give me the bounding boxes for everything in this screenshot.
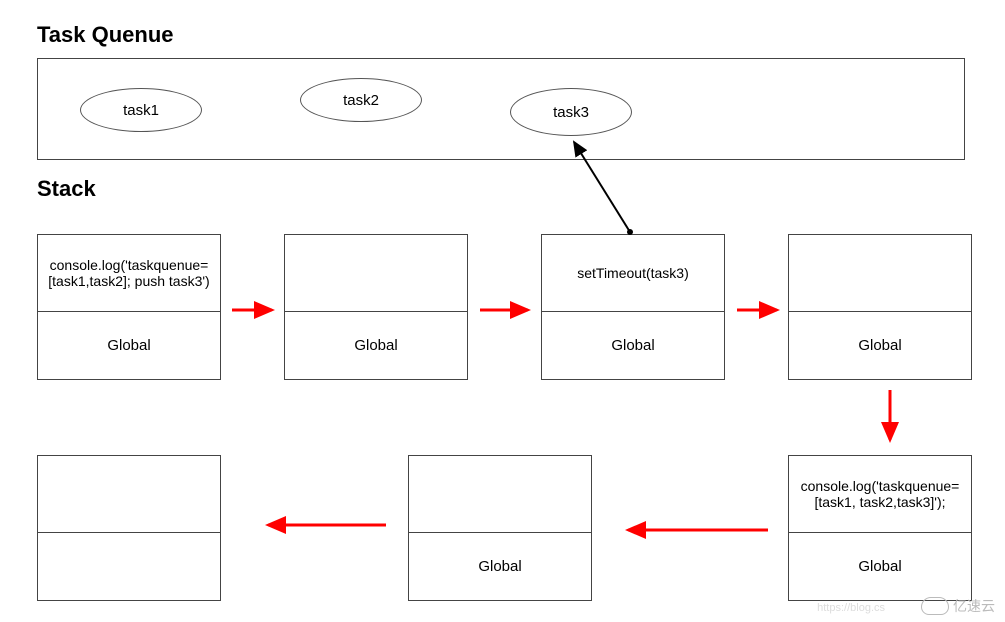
task2-ellipse: task2 <box>300 78 422 122</box>
stack-frame-top: setTimeout(task3) <box>542 235 724 312</box>
flow-arrow-2-3 <box>478 300 536 320</box>
flow-arrow-5-6 <box>620 520 770 540</box>
stack-snapshot-7 <box>37 455 221 601</box>
stack-snapshot-5: console.log('taskquenue=[task1, task2,ta… <box>788 455 972 601</box>
stack-frame-bottom: Global <box>409 533 591 601</box>
stack-snapshot-2: Global <box>284 234 468 380</box>
task-queue-heading: Task Quenue <box>37 22 174 48</box>
stack-frame-bottom: Global <box>38 312 220 380</box>
watermark-url: https://blog.cs <box>817 602 885 614</box>
stack-frame-top: console.log('taskquenue=[task1,task2]; p… <box>38 235 220 312</box>
task1-ellipse: task1 <box>80 88 202 132</box>
flow-arrow-1-2 <box>230 300 280 320</box>
stack-frame-top <box>789 235 971 312</box>
task-label: task3 <box>553 104 589 121</box>
cloud-icon <box>921 597 949 615</box>
stack-frame-top <box>285 235 467 312</box>
stack-frame-bottom: Global <box>285 312 467 380</box>
stack-frame-top: console.log('taskquenue=[task1, task2,ta… <box>789 456 971 533</box>
flow-arrow-6-7 <box>260 515 390 535</box>
stack-frame-bottom: Global <box>542 312 724 380</box>
stack-frame-top <box>409 456 591 533</box>
task-label: task2 <box>343 92 379 109</box>
watermark: 亿速云 <box>921 596 995 616</box>
stack-snapshot-4: Global <box>788 234 972 380</box>
flow-arrow-3-4 <box>735 300 785 320</box>
watermark-text: 亿速云 <box>953 596 995 616</box>
stack-snapshot-3: setTimeout(task3) Global <box>541 234 725 380</box>
flow-arrow-4-5 <box>880 388 900 450</box>
task-label: task1 <box>123 102 159 119</box>
stack-snapshot-6: Global <box>408 455 592 601</box>
stack-snapshot-1: console.log('taskquenue=[task1,task2]; p… <box>37 234 221 380</box>
stack-frame-bottom: Global <box>789 312 971 380</box>
stack-frame-top <box>38 456 220 533</box>
stack-heading: Stack <box>37 176 96 202</box>
task3-ellipse: task3 <box>510 88 632 136</box>
stack-frame-bottom <box>38 533 220 601</box>
push-task3-arrow <box>560 132 640 237</box>
stack-frame-bottom: Global <box>789 533 971 601</box>
